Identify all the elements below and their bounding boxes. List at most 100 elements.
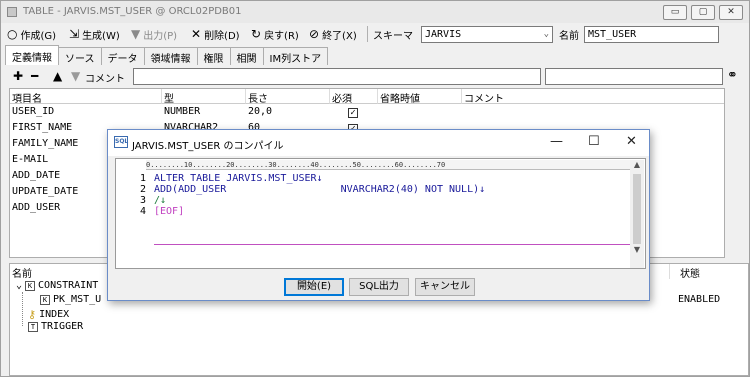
line-number: 4 — [139, 206, 146, 217]
delete-label: 削除(D) — [204, 30, 240, 42]
dialog-close-button[interactable]: ✕ — [626, 135, 637, 149]
tab-inmemory[interactable]: IM列ストア — [262, 47, 329, 65]
move-down-button[interactable]: ▼ — [71, 69, 80, 83]
line-number: 1 — [139, 173, 146, 184]
objects-status-header[interactable]: 状態 — [678, 264, 750, 279]
tab-bar: 定義情報 ソース データ 領域情報 権限 相関 IM列ストア — [5, 45, 329, 65]
key-icon: K — [40, 294, 50, 305]
compile-dialog: SQL JARVIS.MST_USER のコンパイル — ☐ ✕ 0......… — [107, 129, 650, 301]
required-checkbox[interactable]: ✓ — [348, 108, 358, 118]
back-button[interactable]: ↻ 戻す(R) — [251, 26, 299, 42]
cell-required[interactable]: ✓ — [330, 105, 378, 120]
scroll-down-icon[interactable]: ▼ — [630, 245, 644, 254]
undo-icon: ↻ — [251, 27, 262, 41]
maximize-button[interactable]: ▢ — [691, 5, 715, 20]
cell-type[interactable]: NUMBER — [162, 105, 246, 120]
column-ruler: 0........10........20........30........4… — [146, 160, 631, 170]
dialog-title: JARVIS.MST_USER のコンパイル — [132, 141, 284, 152]
header-comment[interactable]: コメント — [462, 89, 724, 104]
tree-item-pk[interactable]: K PK_MST_U — [40, 294, 101, 305]
cancel-button[interactable]: キャンセル — [415, 278, 475, 296]
constraint-status: ENABLED — [678, 294, 721, 305]
code-line[interactable]: ALTER TABLE JARVIS.MST_USER↓ — [154, 173, 323, 184]
tree-label-index: INDEX — [39, 309, 70, 320]
window-title: TABLE - JARVIS.MST_USER @ ORCL02PDB01 — [23, 6, 242, 17]
tree-label-trigger: TRIGGER — [41, 321, 84, 332]
eof-underline — [154, 244, 632, 245]
circle-icon: ○ — [7, 27, 18, 41]
move-up-button[interactable]: ▲ — [53, 69, 62, 83]
output-label: 出力(P) — [143, 30, 178, 42]
chevron-down-icon: ⌄ — [543, 29, 549, 39]
create-button[interactable]: ○ 作成(G) — [7, 26, 56, 42]
header-required[interactable]: 必須 — [330, 89, 378, 104]
scroll-up-icon[interactable]: ▲ — [630, 160, 644, 169]
delete-button[interactable]: ✕ 削除(D) — [191, 26, 240, 42]
tree-item-trigger[interactable]: T TRIGGER — [28, 321, 83, 332]
tab-storage[interactable]: 領域情報 — [143, 47, 198, 65]
code-line[interactable]: [EOF] — [154, 206, 184, 217]
start-button[interactable]: 開始(E) — [284, 278, 344, 296]
line-number: 3 — [139, 195, 146, 206]
back-label: 戻す(R) — [264, 30, 299, 42]
scroll-thumb[interactable] — [633, 174, 641, 244]
sql-editor[interactable]: 0........10........20........30........4… — [115, 158, 646, 269]
title-bar: TABLE - JARVIS.MST_USER @ ORCL02PDB01 ▭ … — [1, 1, 749, 23]
name-input[interactable]: MST_USER — [584, 26, 719, 43]
tab-source[interactable]: ソース — [58, 47, 102, 65]
tab-relations[interactable]: 相関 — [229, 47, 264, 65]
app-icon — [7, 7, 17, 17]
code-line[interactable]: ADD(ADD_USER NVARCHAR2(40) NOT NULL)↓ — [154, 184, 485, 195]
toolbar-separator — [367, 26, 368, 42]
schema-value: JARVIS — [425, 29, 462, 40]
end-label: 終了(X) — [322, 30, 357, 42]
name-label: 名前 — [559, 30, 579, 42]
remove-column-button[interactable]: ━ — [31, 69, 38, 83]
tree-line — [22, 292, 23, 326]
schema-label: スキーマ — [373, 30, 413, 42]
vertical-scrollbar[interactable]: ▲ ▼ — [630, 160, 644, 268]
end-button[interactable]: ⊘ 終了(X) — [309, 26, 357, 42]
header-default[interactable]: 省略時値 — [378, 89, 462, 104]
toolbar: ○ 作成(G) ⇲ 生成(W) ▼ 出力(P) ✕ 削除(D) ↻ 戻す(R) … — [1, 23, 749, 45]
column-toolbar: ✚ ━ ▲ ▼ コメント ⚭ — [5, 67, 747, 87]
minimize-button[interactable]: ▭ — [663, 5, 687, 20]
create-label: 作成(G) — [20, 30, 57, 42]
binoculars-icon[interactable]: ⚭ — [727, 68, 738, 83]
search-input[interactable] — [545, 68, 723, 85]
end-icon: ⊘ — [309, 27, 320, 41]
generate-label: 生成(W) — [82, 30, 120, 42]
cell-length[interactable]: 20,0 — [246, 105, 330, 120]
tab-definition[interactable]: 定義情報 — [5, 45, 59, 65]
header-column-name[interactable]: 項目名 — [10, 89, 162, 104]
generate-icon: ⇲ — [69, 27, 80, 41]
comment-label: コメント — [85, 74, 125, 85]
dialog-minimize-button[interactable]: — — [550, 135, 563, 149]
collapse-icon[interactable]: ⌄ — [16, 280, 22, 291]
delete-icon: ✕ — [191, 27, 202, 41]
add-column-button[interactable]: ✚ — [13, 69, 23, 83]
header-length[interactable]: 長さ — [246, 89, 330, 104]
header-type[interactable]: 型 — [162, 89, 246, 104]
name-value: MST_USER — [588, 29, 637, 40]
tree-label-pk: PK_MST_U — [53, 294, 102, 305]
tab-data[interactable]: データ — [100, 47, 145, 65]
comment-input[interactable] — [133, 68, 541, 85]
trigger-icon: T — [28, 321, 38, 332]
close-button[interactable]: ✕ — [719, 5, 743, 20]
line-number: 2 — [139, 184, 146, 195]
schema-select[interactable]: JARVIS ⌄ — [421, 26, 553, 43]
index-icon: ⚷ — [28, 308, 37, 321]
output-button[interactable]: ▼ 出力(P) — [131, 26, 177, 42]
code-line[interactable]: /↓ — [154, 195, 166, 206]
sql-output-button[interactable]: SQL出力 — [349, 278, 409, 296]
dialog-maximize-button[interactable]: ☐ — [588, 135, 600, 149]
constraint-icon: K — [25, 280, 36, 291]
tab-privileges[interactable]: 権限 — [196, 47, 231, 65]
generate-button[interactable]: ⇲ 生成(W) — [69, 26, 120, 42]
dialog-title-bar: SQL JARVIS.MST_USER のコンパイル — ☐ ✕ — [108, 130, 649, 156]
cell-name[interactable]: USER_ID — [10, 105, 162, 120]
tree-item-index[interactable]: ⚷ INDEX — [28, 308, 69, 321]
output-icon: ▼ — [131, 27, 141, 41]
tree-item-constraint[interactable]: ⌄ K CONSTRAINT — [16, 280, 98, 291]
